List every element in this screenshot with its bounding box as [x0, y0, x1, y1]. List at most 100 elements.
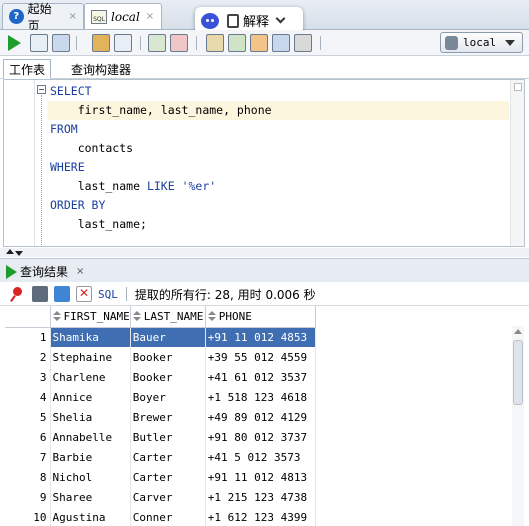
run-script-icon[interactable] — [30, 34, 48, 52]
column-header-phone[interactable]: PHONE — [205, 306, 316, 328]
scroll-up-icon[interactable] — [514, 329, 522, 334]
grid-scrollbar[interactable] — [512, 326, 524, 526]
print-icon[interactable] — [32, 286, 48, 302]
cell-first-name[interactable]: Annice — [50, 387, 131, 407]
row-number-header — [5, 306, 51, 328]
code-line: first_name, last_name, phone — [50, 103, 272, 117]
tab-worksheet[interactable]: 工作表 — [3, 59, 52, 79]
commit-icon[interactable] — [114, 34, 132, 52]
table-row[interactable]: 10 Agustina Conner +1 612 123 4399 — [5, 507, 316, 526]
column-header-last-name[interactable]: LAST_NAME — [130, 306, 206, 328]
editor-scrollbar[interactable] — [510, 80, 524, 246]
cell-phone[interactable]: +91 11 012 4853 — [205, 327, 316, 347]
table-row[interactable]: 8 Nichol Carter +91 11 012 4813 — [5, 467, 316, 487]
cell-last-name[interactable]: Carter — [130, 467, 206, 487]
clear-icon[interactable] — [228, 34, 246, 52]
pane-splitter[interactable] — [0, 248, 529, 257]
code-line: SELECT — [50, 84, 92, 98]
cell-last-name[interactable]: Carter — [130, 447, 206, 467]
grid-header-row: FIRST_NAME LAST_NAME PHONE — [5, 306, 316, 328]
cell-phone[interactable]: +41 5 012 3573 — [205, 447, 316, 467]
explain-plan-icon[interactable] — [92, 34, 110, 52]
cell-first-name[interactable]: Shamika — [50, 327, 131, 347]
pin-icon[interactable] — [10, 286, 26, 302]
cell-first-name[interactable]: Barbie — [50, 447, 131, 467]
row-number: 1 — [5, 327, 51, 347]
table-row[interactable]: 6 Annabelle Butler +91 80 012 3737 — [5, 427, 316, 447]
cell-first-name[interactable]: Nichol — [50, 467, 131, 487]
cell-phone[interactable]: +39 55 012 4559 — [205, 347, 316, 367]
cell-first-name[interactable]: Stephaine — [50, 347, 131, 367]
sql-editor[interactable]: − SELECT first_name, last_name, phone FR… — [3, 79, 525, 247]
autotrace-icon[interactable] — [52, 34, 70, 52]
tools-icon[interactable] — [294, 34, 312, 52]
format-icon[interactable] — [206, 34, 224, 52]
scrollbar-thumb[interactable] — [513, 340, 523, 405]
toolbar-separator — [125, 287, 127, 301]
cell-last-name[interactable]: Booker — [130, 347, 206, 367]
cell-phone[interactable]: +1 215 123 4738 — [205, 487, 316, 507]
history-icon[interactable] — [250, 34, 268, 52]
results-tab-label: 查询结果 — [20, 265, 69, 279]
cell-phone[interactable]: +41 61 012 3537 — [205, 367, 316, 387]
cell-phone[interactable]: +1 612 123 4399 — [205, 507, 316, 526]
run-statement-icon[interactable] — [8, 35, 21, 51]
close-tab-icon[interactable]: × — [76, 266, 84, 277]
table-row[interactable]: 5 Shelia Brewer +49 89 012 4129 — [5, 407, 316, 427]
delete-icon[interactable] — [76, 286, 92, 302]
database-icon — [445, 35, 458, 50]
column-header-first-name[interactable]: FIRST_NAME — [50, 306, 131, 328]
dropdown-arrow-icon — [505, 40, 515, 46]
cell-first-name[interactable]: Sharee — [50, 487, 131, 507]
book-icon — [227, 13, 239, 28]
cell-first-name[interactable]: Agustina — [50, 507, 131, 526]
cell-last-name[interactable]: Brewer — [130, 407, 206, 427]
cell-first-name[interactable]: Charlene — [50, 367, 131, 387]
refresh-icon[interactable] — [54, 286, 70, 302]
rollback-icon[interactable] — [148, 34, 166, 52]
sql-tuning-icon[interactable] — [170, 34, 188, 52]
connection-select[interactable]: local — [440, 32, 523, 53]
cell-last-name[interactable]: Butler — [130, 427, 206, 447]
code-line: last_name LIKE '%er' — [50, 177, 217, 196]
collapse-up-icon[interactable] — [6, 249, 14, 254]
debug-icon[interactable] — [272, 34, 290, 52]
cell-last-name[interactable]: Booker — [130, 367, 206, 387]
cell-last-name[interactable]: Bauer — [130, 327, 206, 347]
sort-icon — [207, 311, 216, 322]
chevron-down-icon[interactable] — [275, 13, 286, 24]
tab-local-worksheet[interactable]: SQL local × — [84, 3, 162, 29]
tab-query-result[interactable]: 查询结果 × — [6, 261, 84, 282]
row-number: 5 — [5, 407, 51, 427]
scrollbar-thumb[interactable] — [514, 83, 522, 91]
collapse-down-icon[interactable] — [15, 251, 23, 256]
close-tab-icon[interactable]: × — [146, 11, 154, 22]
cell-first-name[interactable]: Shelia — [50, 407, 131, 427]
cell-last-name[interactable]: Boyer — [130, 387, 206, 407]
editor-subtabs: 工作表 查询构建器 — [0, 57, 529, 79]
tab-query-builder[interactable]: 查询构建器 — [66, 59, 136, 79]
table-row[interactable]: 1 Shamika Bauer +91 11 012 4853 — [5, 327, 316, 347]
tab-start-page[interactable]: ? 起始页 × — [2, 2, 84, 33]
table-row[interactable]: 2 Stephaine Booker +39 55 012 4559 — [5, 347, 316, 367]
table-row[interactable]: 9 Sharee Carver +1 215 123 4738 — [5, 487, 316, 507]
toolbar-separator — [76, 36, 77, 50]
close-tab-icon[interactable]: × — [69, 11, 77, 22]
table-row[interactable]: 3 Charlene Booker +41 61 012 3537 — [5, 367, 316, 387]
cell-phone[interactable]: +49 89 012 4129 — [205, 407, 316, 427]
cell-last-name[interactable]: Carver — [130, 487, 206, 507]
table-row[interactable]: 4 Annice Boyer +1 518 123 4618 — [5, 387, 316, 407]
row-number: 9 — [5, 487, 51, 507]
table-row[interactable]: 7 Barbie Carter +41 5 012 3573 — [5, 447, 316, 467]
cell-last-name[interactable]: Conner — [130, 507, 206, 526]
row-number: 6 — [5, 427, 51, 447]
cell-phone[interactable]: +1 518 123 4618 — [205, 387, 316, 407]
cell-phone[interactable]: +91 11 012 4813 — [205, 467, 316, 487]
fold-toggle-icon[interactable]: − — [37, 85, 46, 94]
cell-phone[interactable]: +91 80 012 3737 — [205, 427, 316, 447]
worksheet-toolbar: local — [0, 30, 529, 56]
cell-first-name[interactable]: Annabelle — [50, 427, 131, 447]
results-grid[interactable]: FIRST_NAME LAST_NAME PHONE 1 Shamika Bauer… — [5, 306, 511, 526]
sql-link[interactable]: SQL — [98, 288, 118, 301]
connection-value: local — [463, 36, 497, 49]
